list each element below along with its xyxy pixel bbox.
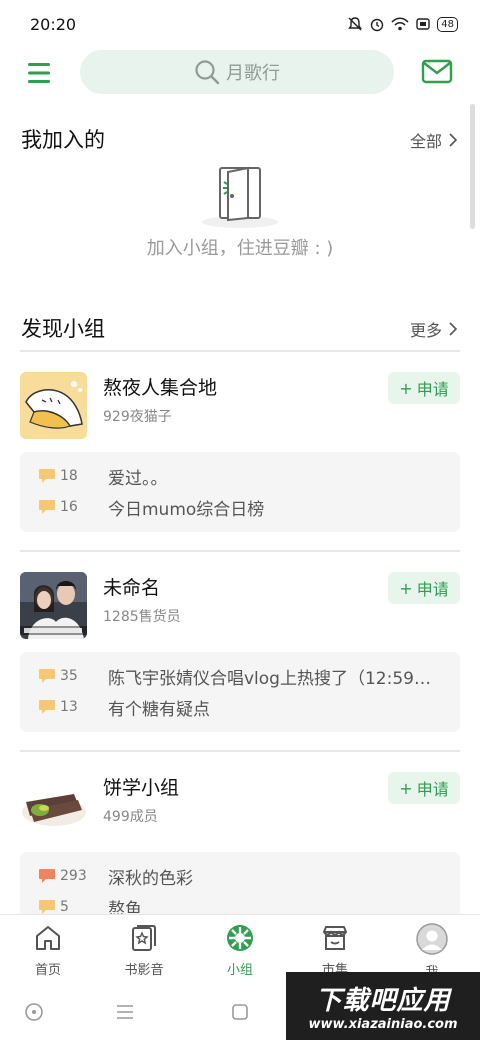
tab-book-film-music[interactable]: 书影音 — [114, 923, 174, 983]
tab-group[interactable]: 小组 — [210, 923, 270, 983]
alarm-icon — [371, 18, 384, 32]
watermark-title: 下载吧应用 — [315, 986, 451, 1016]
topic-title: 有个糖有疑点 — [108, 699, 210, 720]
comment-icon — [39, 869, 55, 883]
group-name[interactable]: 饼学小组 — [103, 773, 179, 800]
group-members: 929夜猫子 — [103, 409, 172, 425]
topic-title: 爱过。。 — [108, 468, 168, 489]
tab-label: 首页 — [34, 963, 61, 978]
plus-icon: + — [399, 578, 413, 598]
group-members: 1285售货员 — [103, 609, 181, 625]
topic-row[interactable]: 18 爱过。。 — [38, 463, 448, 489]
topic-row[interactable]: 13 有个糖有疑点 — [38, 694, 448, 720]
topic-comment-count: 293 — [60, 868, 87, 884]
home-icon — [36, 926, 60, 950]
topic-title: 今日mumo综合日榜 — [108, 499, 265, 520]
menu-button[interactable] — [24, 59, 56, 87]
group-card[interactable]: 熬夜人集合地 929夜猫子 + 申请 18 爱过。。 16 今日mumo综合日榜 — [0, 352, 480, 532]
tab-label: 书影音 — [124, 963, 164, 978]
status-icons: 48 — [347, 16, 458, 32]
battery-indicator: 48 — [437, 16, 458, 32]
group-icon — [227, 925, 253, 951]
mail-icon — [421, 59, 453, 84]
market-icon — [323, 926, 347, 950]
plus-icon: + — [399, 378, 413, 398]
scrollbar[interactable] — [470, 104, 475, 229]
sim-icon — [416, 18, 430, 30]
topic-list: 18 爱过。。 16 今日mumo综合日榜 — [20, 452, 460, 532]
topic-row[interactable]: 35 陈飞宇张婧仪合唱vlog上热搜了（12:59总... — [38, 663, 448, 689]
nav-home-icon[interactable] — [228, 1000, 252, 1024]
status-bar: 20:20 48 — [0, 0, 480, 48]
joined-section-title: 我加入的 — [21, 128, 105, 152]
topic-title: 深秋的色彩 — [108, 868, 193, 889]
group-members: 499成员 — [103, 809, 158, 825]
comment-icon — [39, 900, 55, 914]
join-label: 申请 — [416, 780, 449, 799]
comment-icon — [39, 469, 55, 483]
door-icon — [202, 166, 278, 228]
avatar-icon — [416, 923, 448, 955]
topic-row[interactable]: 293 深秋的色彩 — [38, 863, 448, 889]
empty-joined-text: 加入小组，住进豆瓣 : ) — [146, 238, 334, 259]
group-name[interactable]: 熬夜人集合地 — [103, 373, 217, 400]
wifi-icon — [391, 17, 409, 31]
comment-icon — [39, 500, 55, 514]
top-bar: 月歌行 — [0, 48, 480, 98]
chevron-right-icon — [449, 322, 458, 336]
group-avatar — [20, 572, 87, 639]
discover-section-title: 发现小组 — [21, 317, 105, 341]
topic-comment-count: 13 — [60, 699, 78, 715]
group-card[interactable]: 饼学小组 499成员 + 申请 293 深秋的色彩 5 熬鱼 — [0, 752, 480, 932]
search-placeholder: 月歌行 — [226, 63, 280, 84]
group-avatar — [20, 772, 87, 839]
nav-menu-icon[interactable] — [113, 1000, 137, 1024]
topic-list: 35 陈飞宇张婧仪合唱vlog上热搜了（12:59总... 13 有个糖有疑点 — [20, 652, 460, 732]
join-group-button[interactable]: + 申请 — [388, 772, 460, 804]
topic-comment-count: 5 — [60, 899, 69, 915]
status-time: 20:20 — [30, 14, 77, 34]
tab-home[interactable]: 首页 — [18, 923, 78, 983]
search-input[interactable]: 月歌行 — [80, 50, 394, 94]
join-label: 申请 — [416, 380, 449, 399]
topic-comment-count: 16 — [60, 499, 78, 515]
more-groups-link[interactable]: 更多 — [410, 317, 458, 341]
watermark-logo: 下载吧应用 www.xiazainiao.com — [286, 972, 480, 1040]
nav-back-icon[interactable] — [22, 1000, 46, 1024]
all-joined-label: 全部 — [409, 132, 442, 151]
join-group-button[interactable]: + 申请 — [388, 372, 460, 404]
join-label: 申请 — [416, 580, 449, 599]
topic-comment-count: 35 — [60, 668, 78, 684]
messages-button[interactable] — [421, 58, 453, 86]
watermark-url: www.xiazainiao.com — [308, 1017, 458, 1032]
comment-icon — [39, 669, 55, 683]
mute-icon — [348, 17, 363, 31]
tab-label: 小组 — [226, 963, 253, 978]
topic-title: 陈飞宇张婧仪合唱vlog上热搜了（12:59总... — [108, 668, 440, 689]
search-icon — [195, 60, 220, 85]
menu-icon — [28, 63, 50, 83]
all-joined-link[interactable]: 全部 — [410, 128, 458, 152]
topic-row[interactable]: 16 今日mumo综合日榜 — [38, 494, 448, 520]
chevron-right-icon — [449, 133, 458, 147]
group-card[interactable]: 未命名 1285售货员 + 申请 35 陈飞宇张婧仪合唱vlog上热搜了（12:… — [0, 552, 480, 732]
group-name[interactable]: 未命名 — [103, 573, 160, 600]
topic-comment-count: 18 — [60, 468, 78, 484]
group-avatar — [20, 372, 87, 439]
join-group-button[interactable]: + 申请 — [388, 572, 460, 604]
comment-icon — [39, 700, 55, 714]
plus-icon: + — [399, 778, 413, 798]
book-film-music-icon — [132, 925, 156, 951]
more-groups-label: 更多 — [409, 321, 442, 340]
